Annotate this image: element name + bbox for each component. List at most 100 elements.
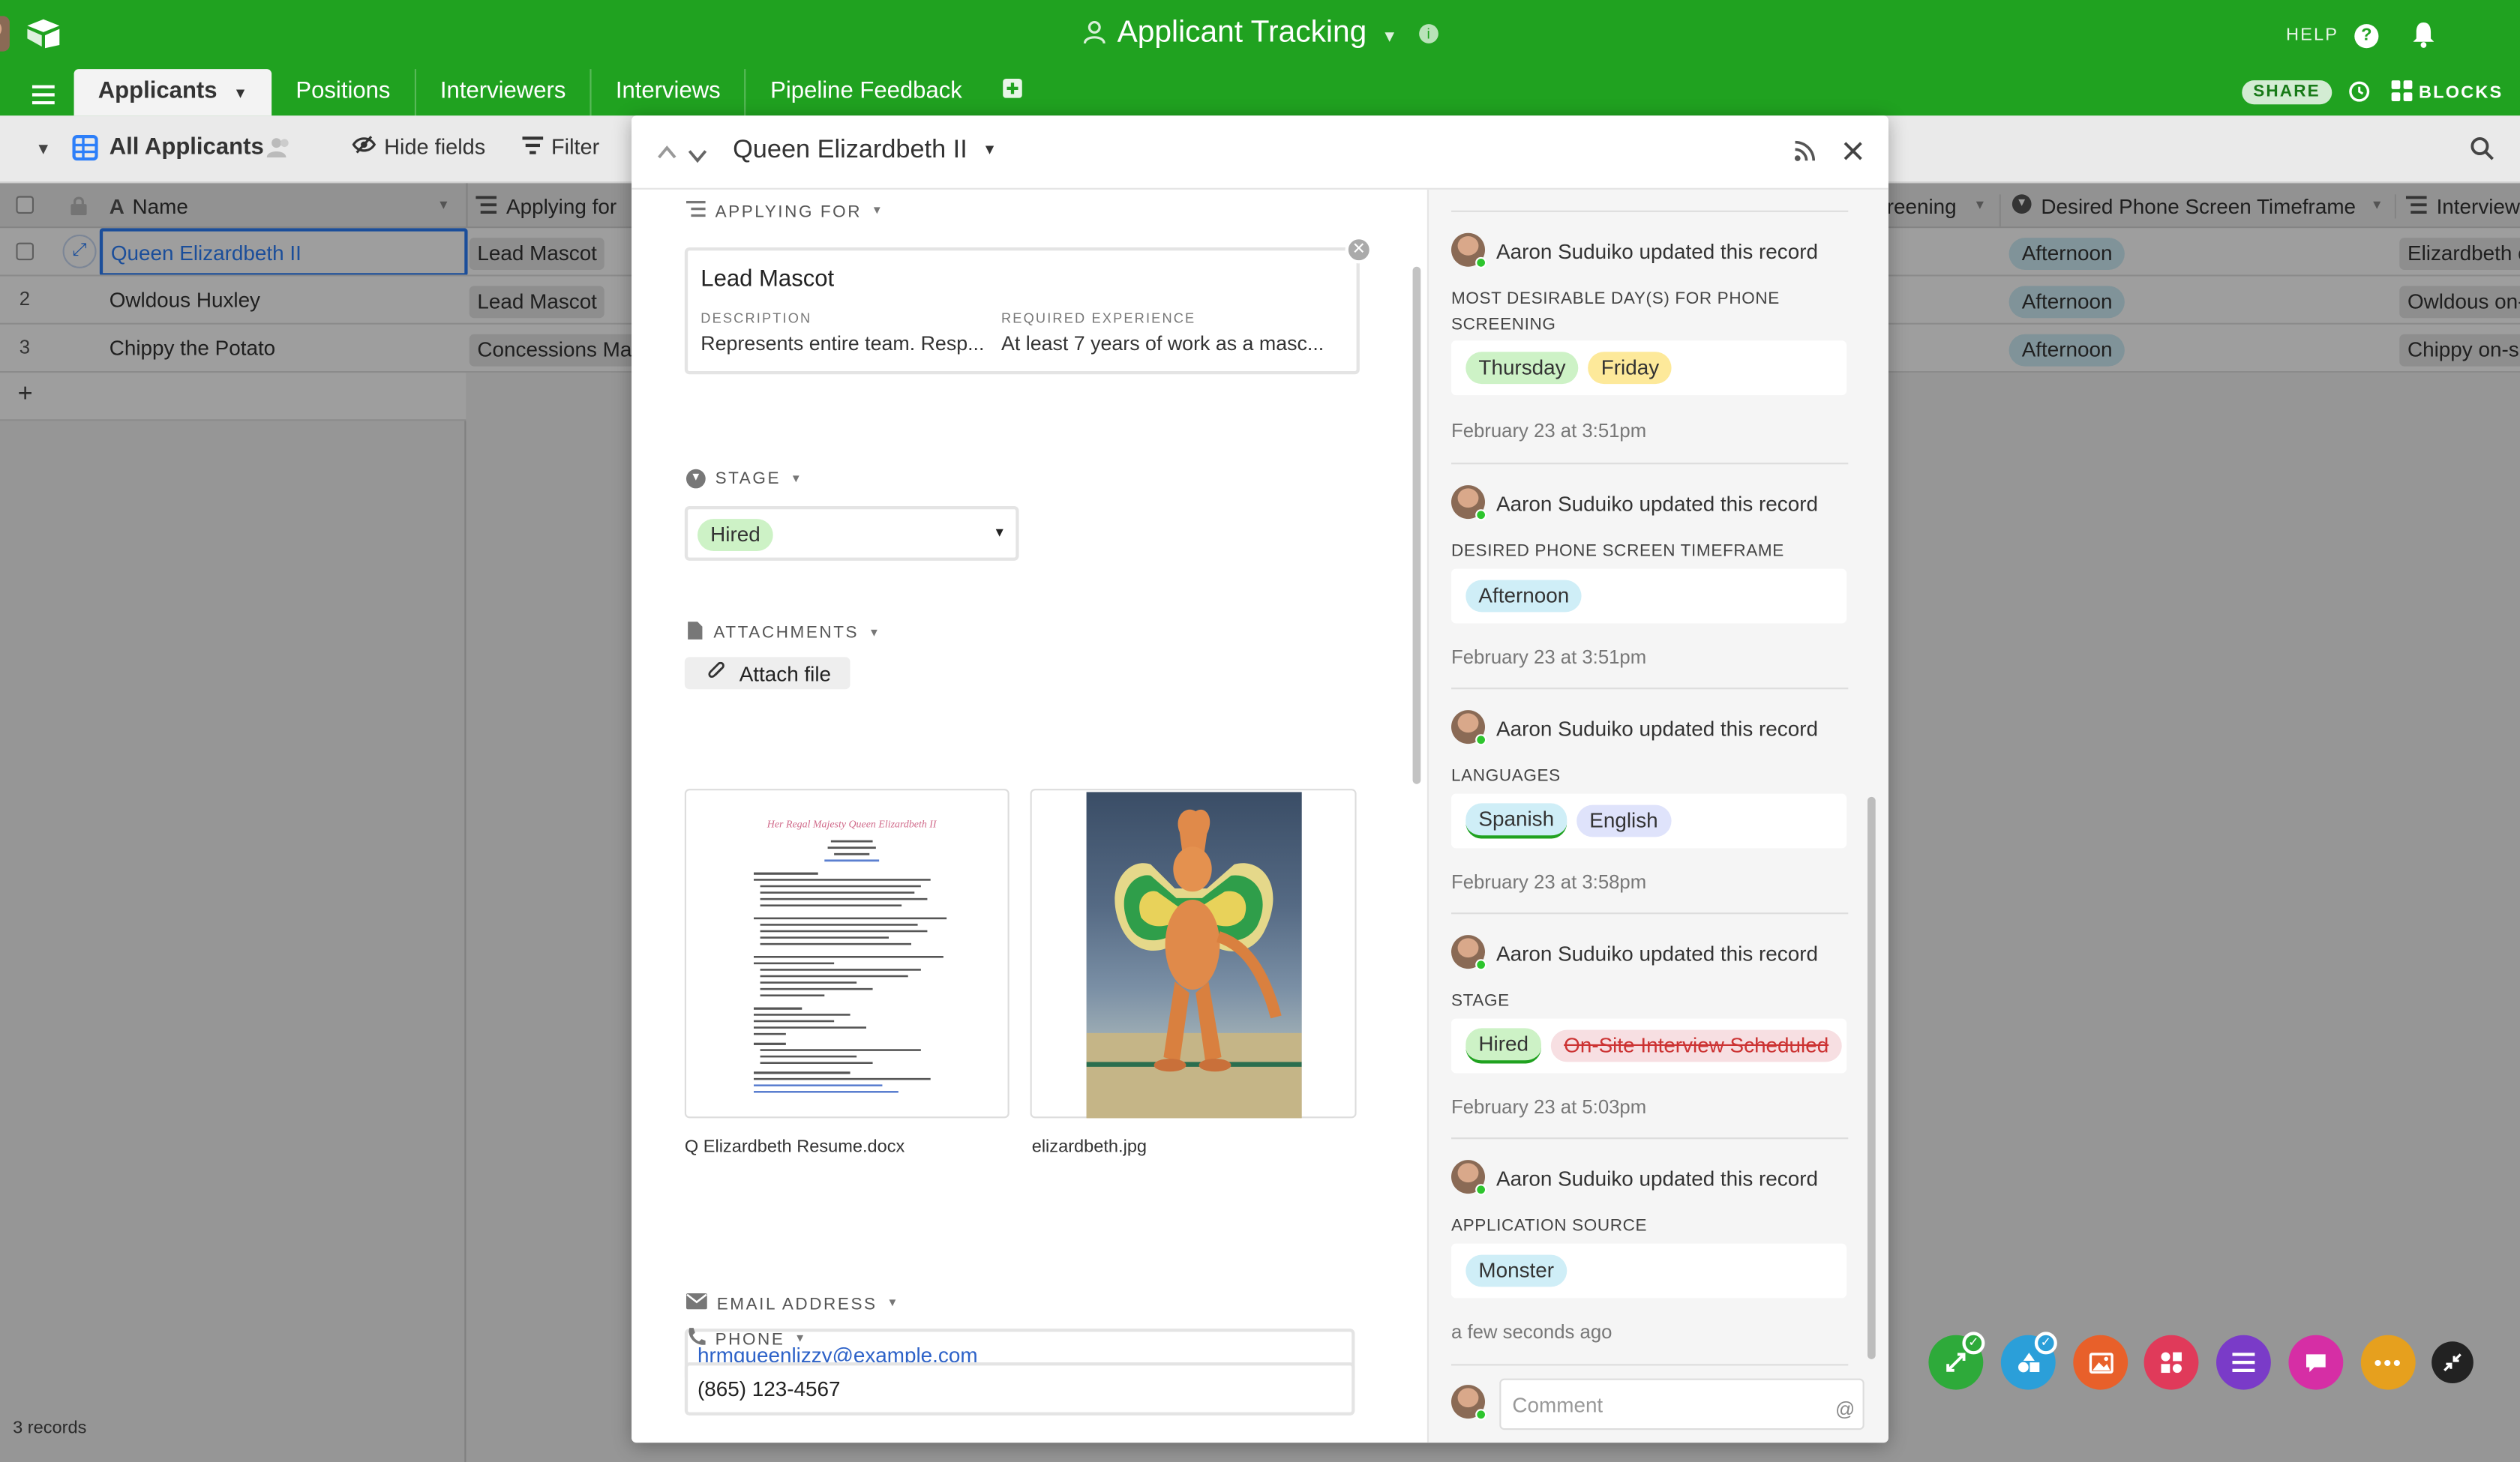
activity-divider <box>1450 1137 1849 1140</box>
previous-record-chevron-icon[interactable] <box>657 138 676 167</box>
attachment-thumbnail-photo[interactable] <box>1030 789 1357 1119</box>
field-menu-chevron-icon[interactable]: ▼ <box>794 1334 807 1345</box>
online-status-dot <box>1475 1409 1487 1421</box>
field-menu-chevron-icon[interactable]: ▼ <box>868 628 881 639</box>
attachment-thumbnail-resume[interactable]: Her Regal Majesty Queen Elizardbeth II <box>684 789 1010 1119</box>
activity-user: Aaron Suduiko updated this record <box>1496 716 1818 741</box>
activity-timestamp: a few seconds ago <box>1450 1320 1612 1344</box>
field-label-text: PHONE <box>715 1329 785 1349</box>
modal-header: Queen Elizardbeth II ▼ <box>632 115 1888 190</box>
value-chip: Monster <box>1466 1254 1568 1287</box>
block-apps-button[interactable] <box>2144 1335 2199 1390</box>
history-icon[interactable] <box>2348 80 2371 111</box>
activity-item: Aaron Suduiko updated this record APPLIC… <box>1450 1160 1848 1343</box>
attach-file-button[interactable]: Attach file <box>684 657 850 690</box>
notifications-bell-icon[interactable] <box>2410 21 2436 56</box>
fields-scrollbar[interactable] <box>1412 266 1421 784</box>
filter-label: Filter <box>551 135 600 160</box>
help-label: HELP <box>2285 25 2338 45</box>
add-table-plus-icon[interactable] <box>986 69 1046 115</box>
activity-item: Aaron Suduiko updated this record STAGE … <box>1450 935 1848 1118</box>
collapse-blocks-button[interactable] <box>2432 1341 2474 1383</box>
search-icon[interactable] <box>2470 136 2494 169</box>
select-dropdown-icon[interactable]: ▼ <box>993 526 1006 540</box>
view-name[interactable]: All Applicants <box>110 135 264 160</box>
table-tabs: Applicants ▼ Positions Interviewers Inter… <box>74 69 1046 116</box>
remove-link-icon[interactable]: ✕ <box>1345 236 1372 264</box>
field-menu-chevron-icon[interactable]: ▼ <box>886 1298 899 1309</box>
block-more-button[interactable]: ••• <box>2360 1335 2416 1390</box>
activity-value-box: Monster <box>1450 1243 1847 1299</box>
value-chip: Friday <box>1588 352 1672 385</box>
base-user-icon <box>1082 19 1107 55</box>
stage-select[interactable]: Hired ▼ <box>684 506 1019 561</box>
activity-timestamp: February 23 at 5:03pm <box>1450 1095 1647 1119</box>
linked-record-card[interactable]: Lead Mascot DESCRIPTION Represents entir… <box>684 236 1372 375</box>
close-icon[interactable] <box>1842 139 1864 170</box>
online-status-dot <box>1475 1184 1487 1196</box>
tab-pipeline-feedback[interactable]: Pipeline Feedback <box>744 69 986 116</box>
hamburger-menu-icon[interactable] <box>32 83 55 112</box>
online-status-dot <box>1475 509 1487 521</box>
phone-field[interactable]: (865) 123-4567 <box>684 1362 1355 1416</box>
linked-record-card-title: Lead Mascot <box>700 266 835 292</box>
field-label-text: APPLYING FOR <box>715 201 862 221</box>
value-chip-added: Spanish <box>1466 803 1568 839</box>
attachment-filename: Q Elizardbeth Resume.docx <box>684 1137 905 1157</box>
tab-positions[interactable]: Positions <box>272 69 414 115</box>
email-address-label: EMAIL ADDRESS ▼ <box>686 1293 900 1314</box>
base-info-icon[interactable]: i <box>1418 24 1438 43</box>
record-fields-pane: APPLYING FOR ▼ Lead Mascot DESCRIPTION R… <box>632 189 1427 1443</box>
comment-input[interactable]: Comment @ <box>1499 1378 1864 1431</box>
mention-at-icon[interactable]: @ <box>1835 1398 1855 1420</box>
description-label: DESCRIPTION <box>700 310 812 326</box>
record-menu-chevron-icon[interactable]: ▼ <box>982 142 997 157</box>
activity-value-box: Afternoon <box>1450 568 1847 624</box>
stage-chip: Hired <box>698 519 773 551</box>
resume-document-preview: Her Regal Majesty Queen Elizardbeth II <box>730 800 973 1106</box>
blocks-button[interactable]: BLOCKS <box>2391 80 2504 106</box>
field-menu-chevron-icon[interactable]: ▼ <box>790 473 803 484</box>
attach-file-label: Attach file <box>739 661 832 685</box>
blocks-label: BLOCKS <box>2419 83 2504 103</box>
hide-fields-button[interactable]: Hide fields <box>352 135 485 159</box>
activity-value-box: Hired On-Site Interview Scheduled <box>1450 1018 1847 1074</box>
stage-label: ▼ STAGE ▼ <box>686 469 803 489</box>
activity-value-box: Spanish English <box>1450 793 1847 849</box>
filter-icon <box>522 135 544 159</box>
value-chip: Thursday <box>1466 352 1579 385</box>
field-menu-chevron-icon[interactable]: ▼ <box>872 205 884 217</box>
attachment-filename: elizardbeth.jpg <box>1031 1137 1148 1157</box>
rss-feed-icon[interactable] <box>1793 139 1816 170</box>
activity-timestamp: February 23 at 3:58pm <box>1450 870 1647 894</box>
base-menu-chevron-icon[interactable]: ▼ <box>1382 29 1397 47</box>
activity-divider <box>1450 688 1849 690</box>
activity-field-name: APPLICATION SOURCE <box>1450 1216 1648 1236</box>
tab-applicants[interactable]: Applicants ▼ <box>74 69 272 116</box>
block-image-button[interactable] <box>2073 1335 2128 1390</box>
field-name-line: MOST DESIRABLE DAY(S) FOR PHONE <box>1450 289 1780 309</box>
tab-dropdown-chevron-icon[interactable]: ▼ <box>233 85 248 101</box>
base-title[interactable]: Applicant Tracking ▼ i <box>0 16 2520 54</box>
next-record-chevron-icon[interactable] <box>688 143 707 172</box>
filter-button[interactable]: Filter <box>522 135 599 159</box>
activity-user: Aaron Suduiko updated this record <box>1496 941 1818 966</box>
tab-interviews[interactable]: Interviews <box>590 69 745 116</box>
activity-user: Aaron Suduiko updated this record <box>1496 1166 1818 1191</box>
help-link[interactable]: HELP ? <box>2285 24 2379 49</box>
tab-interviewers[interactable]: Interviewers <box>414 69 590 116</box>
user-avatar[interactable] <box>0 16 10 52</box>
value-chip-added: Hired <box>1466 1028 1542 1064</box>
block-list-button[interactable] <box>2216 1335 2271 1390</box>
resume-text-lines <box>753 840 947 1093</box>
activity-divider <box>1450 210 1849 212</box>
activity-field-name: STAGE <box>1450 991 1510 1011</box>
value-chip-removed: On-Site Interview Scheduled <box>1551 1029 1842 1062</box>
record-title[interactable]: Queen Elizardbeth II ▼ <box>733 136 997 166</box>
view-switcher-chevron-icon[interactable]: ▼ <box>35 142 51 160</box>
grid-view-icon <box>72 135 98 169</box>
block-chat-button[interactable] <box>2288 1335 2344 1390</box>
share-button[interactable]: SHARE <box>2242 80 2332 105</box>
activity-scrollbar[interactable] <box>1868 796 1876 1359</box>
activity-timestamp: February 23 at 3:51pm <box>1450 419 1647 442</box>
